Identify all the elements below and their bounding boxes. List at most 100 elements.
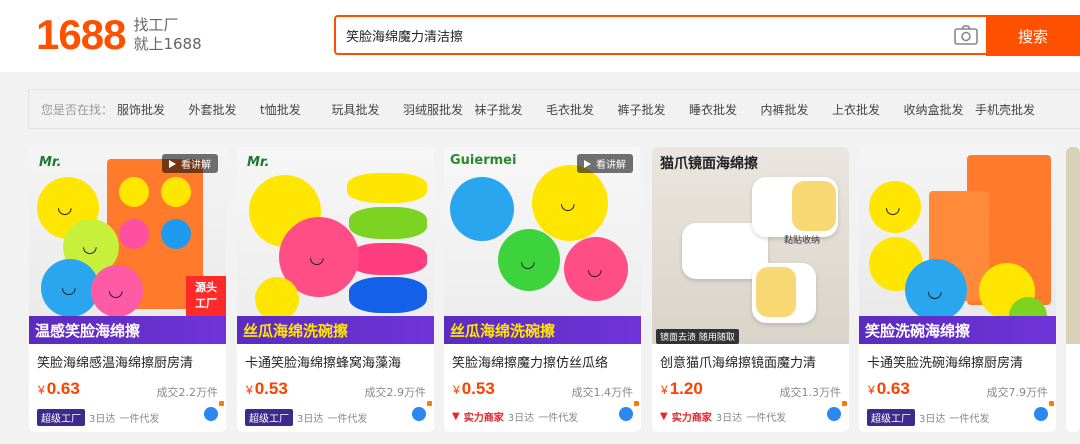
delivery-label: 3日达 <box>715 413 743 424</box>
banner-text: 笑脸洗碗海绵擦 <box>865 321 971 340</box>
brand-logo: Mr. <box>247 155 270 170</box>
suggestion-item[interactable]: 羽绒服批发 <box>403 101 475 118</box>
price-value: 1.20 <box>669 379 703 398</box>
product-title[interactable]: 笑脸海绵感温海绵擦厨房清 <box>37 352 221 371</box>
suggestion-item[interactable]: 裤子批发 <box>618 101 690 118</box>
video-tag-label: 看讲解 <box>181 160 211 171</box>
service-label: 一件代发 <box>538 413 579 424</box>
camera-icon[interactable] <box>954 25 978 45</box>
product-card-partial[interactable] <box>1066 147 1080 432</box>
delivery-label: 3日达 <box>507 413 535 424</box>
brand-logo: Guiermei <box>450 153 517 168</box>
price-value: 0.53 <box>254 379 288 398</box>
video-tag[interactable]: 看讲解 <box>577 154 633 173</box>
product-price: ¥0.63 <box>38 379 80 399</box>
strong-merchant-badge: 实力商家 <box>463 413 504 424</box>
play-icon <box>169 159 176 168</box>
product-image[interactable]: Guiermei ◡ ◡ ◡ 看讲解 丝瓜海绵洗碗擦 <box>444 147 641 344</box>
chat-icon[interactable] <box>204 401 224 421</box>
price-value: 0.53 <box>461 379 495 398</box>
sales-count: 成交2.9万件 <box>364 386 427 399</box>
card-footer: ▼ 实力商家 3日达 一件代发 <box>660 409 786 424</box>
image-banner: 丝瓜海绵洗碗擦 <box>237 316 434 344</box>
service-label: 一件代发 <box>949 414 990 425</box>
logo-number: 1688 <box>36 11 126 58</box>
super-factory-badge: 超级工厂 <box>867 409 915 426</box>
product-image[interactable]: Mr. ◡ ◡ ◡ ◡ 看讲解 源头工厂 温感笑脸海绵擦 <box>29 147 226 344</box>
suggestion-item[interactable]: t恤批发 <box>260 101 332 118</box>
shield-icon: ▼ <box>452 411 460 422</box>
search-button[interactable]: 搜索 <box>986 16 1080 56</box>
corner-badge: 源头工厂 <box>186 276 226 316</box>
chat-icon[interactable] <box>827 401 847 421</box>
product-card[interactable]: 猫爪镜面海绵擦 黏贴收纳 镜面去渍 随用随取 创意猫爪海绵擦镜面魔力清 ¥1.2… <box>652 147 849 432</box>
suggestion-item[interactable]: 外套批发 <box>189 101 261 118</box>
suggestion-item[interactable]: 服饰批发 <box>117 101 189 118</box>
chat-icon[interactable] <box>1034 401 1054 421</box>
super-factory-badge: 超级工厂 <box>37 409 85 426</box>
product-price: ¥0.53 <box>246 379 288 399</box>
product-title[interactable]: 卡通笑脸洗碗海绵擦厨房清 <box>867 352 1051 371</box>
sales-count: 成交1.3万件 <box>779 386 842 399</box>
super-factory-badge: 超级工厂 <box>245 409 293 426</box>
product-card[interactable]: ◡ ◡ 笑脸洗碗海绵擦 卡通笑脸洗碗海绵擦厨房清 ¥0.63 成交7.9万件 超… <box>859 147 1056 432</box>
video-tag-label: 看讲解 <box>596 160 626 171</box>
product-card[interactable]: Mr. ◡ 丝瓜海绵洗碗擦 卡通笑脸海绵擦蜂窝海藻海 ¥0.53 成交2.9万件… <box>237 147 434 432</box>
suggestion-item[interactable]: 睡衣批发 <box>689 101 761 118</box>
product-price: ¥1.20 <box>661 379 703 399</box>
product-title[interactable]: 创意猫爪海绵擦镜面魔力清 <box>660 352 844 371</box>
search-bar <box>334 15 1080 55</box>
suggestion-item[interactable]: 手机壳批发 <box>975 101 1047 118</box>
suggestion-item[interactable]: 内裤批发 <box>761 101 833 118</box>
sticker-label: 黏贴收纳 <box>784 236 821 246</box>
brand-logo: Mr. <box>39 155 62 170</box>
chat-icon[interactable] <box>619 401 639 421</box>
product-card[interactable]: Mr. ◡ ◡ ◡ ◡ 看讲解 源头工厂 温感笑脸海绵擦 笑脸海绵感温海绵擦厨房… <box>29 147 226 432</box>
header: 1688 找工厂 就上1688 搜索 <box>0 0 1080 72</box>
card-footer: 超级工厂 3日达 一件代发 <box>37 409 159 426</box>
sales-count: 成交7.9万件 <box>986 386 1049 399</box>
suggestion-item[interactable]: 毛衣批发 <box>546 101 618 118</box>
currency: ¥ <box>868 383 875 397</box>
play-icon <box>584 159 591 168</box>
logo-slogan-line2: 就上1688 <box>133 35 202 53</box>
card-footer: ▼ 实力商家 3日达 一件代发 <box>452 409 578 424</box>
product-image[interactable]: Mr. ◡ 丝瓜海绵洗碗擦 <box>237 147 434 344</box>
product-price: ¥0.53 <box>453 379 495 399</box>
shield-icon: ▼ <box>660 411 668 422</box>
banner-text: 丝瓜海绵洗碗擦 <box>243 321 349 340</box>
strong-merchant-badge: 实力商家 <box>671 413 712 424</box>
image-subtag: 镜面去渍 随用随取 <box>656 329 739 344</box>
product-title[interactable]: 笑脸海绵擦魔力擦仿丝瓜络 <box>452 352 636 371</box>
product-price: ¥0.63 <box>868 379 910 399</box>
logo[interactable]: 1688 找工厂 就上1688 <box>36 12 202 58</box>
currency: ¥ <box>661 383 668 397</box>
product-card[interactable]: Guiermei ◡ ◡ ◡ 看讲解 丝瓜海绵洗碗擦 笑脸海绵擦魔力擦仿丝瓜络 … <box>444 147 641 432</box>
currency: ¥ <box>453 383 460 397</box>
currency: ¥ <box>246 383 253 397</box>
suggestion-item[interactable]: 玩具批发 <box>332 101 404 118</box>
suggestion-item[interactable]: 上衣批发 <box>832 101 904 118</box>
sales-count: 成交2.2万件 <box>156 386 219 399</box>
sales-count: 成交1.4万件 <box>571 386 634 399</box>
chat-icon[interactable] <box>412 401 432 421</box>
service-label: 一件代发 <box>746 413 787 424</box>
banner-text: 丝瓜海绵洗碗擦 <box>450 321 556 340</box>
suggestion-item[interactable]: 袜子批发 <box>475 101 547 118</box>
suggestion-bar: 您是否在找： 服饰批发 外套批发 t恤批发 玩具批发 羽绒服批发 袜子批发 毛衣… <box>28 89 1080 129</box>
image-headline: 猫爪镜面海绵擦 <box>660 156 758 172</box>
delivery-label: 3日达 <box>297 414 324 425</box>
video-tag[interactable]: 看讲解 <box>162 154 218 173</box>
banner-text: 温感笑脸海绵擦 <box>35 321 141 340</box>
price-value: 0.63 <box>46 379 80 398</box>
product-image[interactable]: 猫爪镜面海绵擦 黏贴收纳 镜面去渍 随用随取 <box>652 147 849 344</box>
product-title[interactable]: 卡通笑脸海绵擦蜂窝海藻海 <box>245 352 429 371</box>
service-label: 一件代发 <box>119 414 160 425</box>
product-image[interactable]: ◡ ◡ 笑脸洗碗海绵擦 <box>859 147 1056 344</box>
suggestion-item[interactable]: 收纳盒批发 <box>904 101 976 118</box>
price-value: 0.63 <box>876 379 910 398</box>
delivery-label: 3日达 <box>89 414 116 425</box>
search-input[interactable] <box>346 17 926 53</box>
card-footer: 超级工厂 3日达 一件代发 <box>245 409 367 426</box>
currency: ¥ <box>38 383 45 397</box>
